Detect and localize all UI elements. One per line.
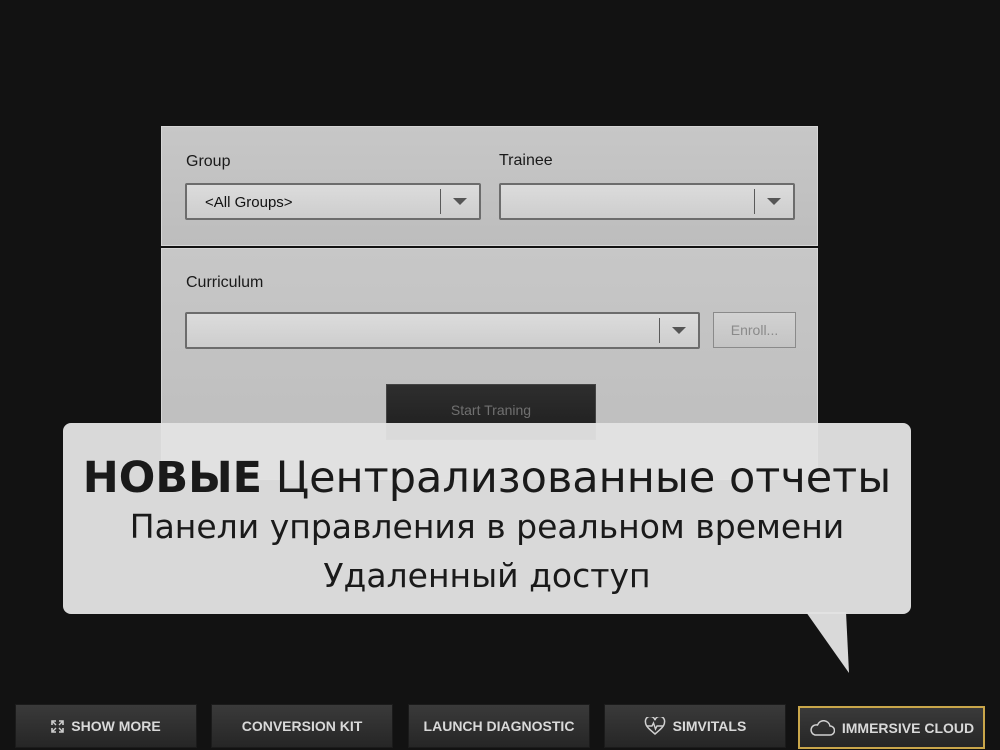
trainee-select-divider: [754, 189, 755, 214]
conversion-kit-label: CONVERSION KIT: [241, 718, 363, 734]
chevron-down-icon[interactable]: [453, 198, 467, 205]
curriculum-label: Curriculum: [186, 274, 264, 291]
trainee-label: Trainee: [499, 152, 553, 169]
simvitals-button[interactable]: SIMVITALS: [604, 704, 786, 748]
curriculum-select[interactable]: [185, 312, 700, 349]
callout-headline: НОВЫЕ Централизованные отчеты: [63, 450, 911, 506]
launch-diagnostic-button[interactable]: LAUNCH DIAGNOSTIC: [408, 704, 590, 748]
filter-panel: Group <All Groups> Trainee: [161, 126, 818, 246]
curriculum-select-divider: [659, 318, 660, 343]
enroll-button[interactable]: Enroll...: [713, 312, 796, 348]
show-more-label: SHOW MORE: [71, 718, 161, 734]
trainee-select[interactable]: [499, 183, 795, 220]
group-label: Group: [186, 153, 231, 170]
callout-headline-new: НОВЫЕ: [82, 453, 263, 503]
conversion-kit-button[interactable]: CONVERSION KIT: [211, 704, 393, 748]
callout-line-dashboards: Панели управления в реальном времени: [129, 507, 845, 546]
heart-pulse-icon: [644, 717, 665, 735]
callout-headline-rest: Централизованные отчеты: [262, 453, 892, 503]
immersive-cloud-label: IMMERSIVE CLOUD: [841, 719, 975, 736]
group-select-value: <All Groups>: [205, 194, 293, 211]
show-more-button[interactable]: SHOW MORE: [15, 704, 197, 748]
bottom-toolbar: SHOW MORE CONVERSION KIT LAUNCH DIAGNOST…: [0, 700, 1000, 750]
group-select-divider: [440, 189, 441, 214]
callout-line-remote-access: Удаленный доступ: [323, 556, 651, 595]
launch-diagnostic-label: LAUNCH DIAGNOSTIC: [423, 718, 575, 734]
group-select[interactable]: <All Groups>: [185, 183, 481, 220]
chevron-down-icon[interactable]: [767, 198, 781, 205]
simvitals-label: SIMVITALS: [672, 718, 747, 734]
expand-icon: [51, 719, 65, 733]
promo-callout: НОВЫЕ Централизованные отчеты Панели упр…: [63, 423, 911, 614]
immersive-cloud-button[interactable]: IMMERSIVE CLOUD: [798, 706, 985, 749]
cloud-icon: [810, 719, 835, 736]
chevron-down-icon[interactable]: [672, 327, 686, 334]
